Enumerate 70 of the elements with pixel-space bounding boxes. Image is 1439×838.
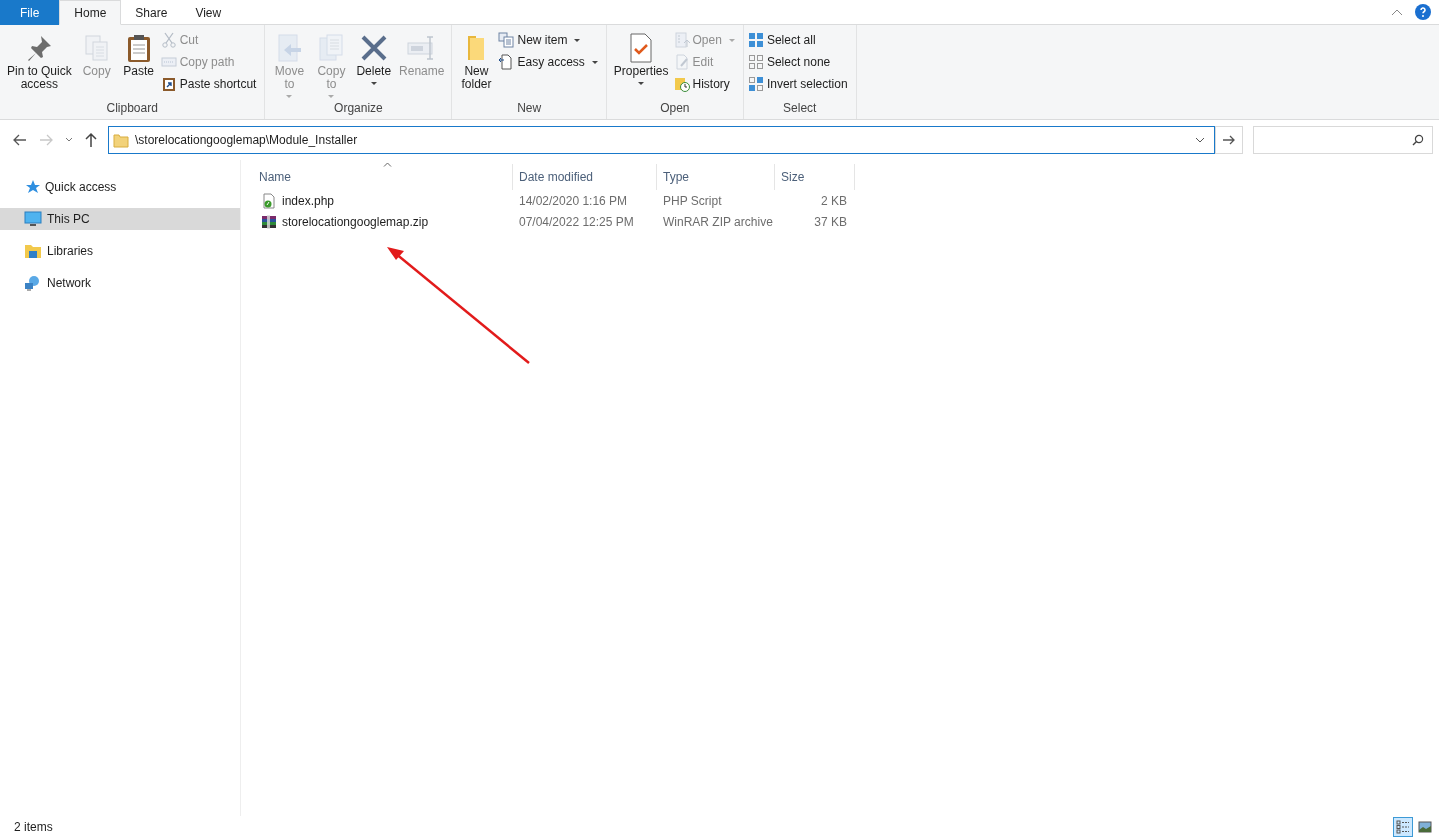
script-file-icon: [261, 192, 277, 209]
scissors-icon: [160, 32, 177, 48]
group-label: Clipboard: [105, 101, 159, 117]
table-cell-text: 2 KB: [820, 192, 848, 210]
address-path: \storelocationgooglemap\Module_Installer: [135, 133, 359, 147]
archive-file-icon: [261, 213, 277, 230]
arrow-right-icon: [1222, 134, 1236, 146]
go-button[interactable]: [1215, 126, 1243, 154]
search-icon: [1412, 134, 1424, 146]
help-icon[interactable]: [1415, 4, 1431, 20]
ribbon-button[interactable]: Select all: [747, 31, 852, 49]
table-cell-text: 07/04/2022 12:25 PM: [518, 213, 635, 231]
sidebar-item[interactable]: Quick access: [0, 176, 240, 198]
document-icon: [498, 54, 515, 70]
group-label: Organize: [333, 101, 384, 117]
ribbon-tab[interactable]: Share: [121, 0, 182, 25]
ribbon-button[interactable]: New folder: [456, 29, 497, 101]
ribbon-tab[interactable]: Home: [59, 0, 122, 25]
clipboard-icon: [160, 76, 177, 92]
up-arrow-icon[interactable]: [84, 132, 98, 148]
sidebar-item[interactable]: Libraries: [0, 240, 240, 262]
network-icon: [24, 275, 42, 291]
star-icon: [24, 179, 40, 195]
column-header[interactable]: Date modified: [513, 164, 657, 190]
ribbon-button[interactable]: History: [673, 75, 739, 93]
group-label: New: [516, 101, 543, 117]
table-cell-text: PHP Script: [662, 192, 723, 210]
ribbon-button[interactable]: Paste: [118, 29, 159, 101]
ribbon-button[interactable]: Pin to Quick access: [4, 29, 75, 101]
ribbon-button[interactable]: Delete: [353, 29, 395, 101]
library-icon: [24, 243, 42, 259]
history-icon: [673, 76, 690, 92]
ribbon-button[interactable]: Easy access: [498, 53, 602, 71]
chevron-down-icon[interactable]: [1194, 136, 1206, 144]
ribbon-button[interactable]: Properties: [610, 29, 672, 101]
sort-ascending-icon: [382, 162, 392, 167]
table-cell-text: 37 KB: [813, 213, 848, 231]
sidebar-item[interactable]: Network: [0, 272, 240, 294]
select-all-icon: [747, 32, 764, 48]
edit-icon: [673, 54, 690, 70]
column-header[interactable]: Size: [775, 164, 855, 190]
group-label: Open: [659, 101, 691, 117]
details-view-button[interactable]: [1393, 817, 1413, 837]
file-name-cell[interactable]: storelocationgooglemap.zip: [253, 211, 513, 232]
ribbon-button[interactable]: New item: [498, 31, 602, 49]
invert-selection-icon: [747, 76, 764, 92]
path-icon: [160, 54, 177, 70]
folder-icon: [113, 132, 129, 148]
collapse-ribbon-icon[interactable]: [1391, 8, 1403, 16]
file-name-cell[interactable]: index.php: [253, 190, 513, 211]
column-header[interactable]: Type: [657, 164, 775, 190]
sidebar-item[interactable]: This PC: [0, 208, 240, 230]
monitor-icon: [24, 211, 42, 227]
open-icon: [673, 32, 690, 48]
group-label: Select: [782, 101, 818, 117]
ribbon-tab[interactable]: View: [181, 0, 236, 25]
column-header[interactable]: Name: [253, 164, 513, 190]
address-bar[interactable]: \storelocationgooglemap\Module_Installer: [108, 126, 1215, 154]
ribbon-button[interactable]: Select none: [747, 53, 852, 71]
chevron-down-icon[interactable]: [64, 136, 74, 144]
select-none-icon: [747, 54, 764, 70]
ribbon-button[interactable]: Invert selection: [747, 75, 852, 93]
ribbon-button[interactable]: Paste shortcut: [160, 75, 261, 93]
search-field[interactable]: [1253, 126, 1433, 154]
back-icon[interactable]: [12, 132, 28, 148]
item-count: 2 items: [14, 820, 53, 834]
new-item-icon: [498, 32, 515, 48]
ribbon-tab[interactable]: File: [0, 0, 60, 25]
table-cell-text: WinRAR ZIP archive: [662, 213, 774, 231]
table-cell-text: 14/02/2020 1:16 PM: [518, 192, 629, 210]
